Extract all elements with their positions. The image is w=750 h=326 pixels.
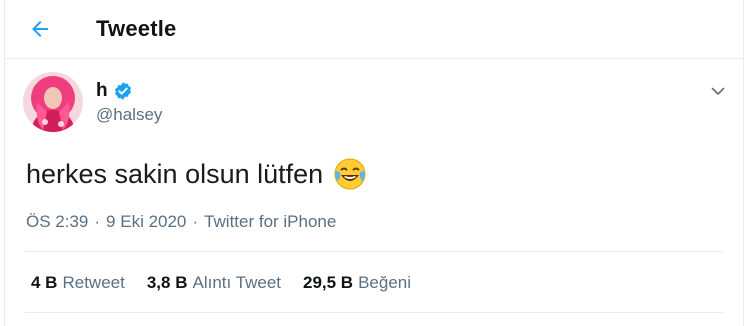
divider xyxy=(25,312,723,313)
meta-separator: · xyxy=(192,212,199,231)
author-display-name[interactable]: h xyxy=(96,80,108,102)
tweet-detail-panel: Tweetle h @halsey herkes sakin olsun lüt… xyxy=(4,0,744,326)
likes-count: 29,5 B xyxy=(303,273,354,292)
verified-badge-icon xyxy=(114,82,131,100)
page-title: Tweetle xyxy=(96,16,177,41)
quote-tweets-label: Alıntı Tweet xyxy=(192,273,281,292)
retweets-count: 4 B xyxy=(31,273,58,292)
more-options-button[interactable] xyxy=(707,80,729,102)
tweet-text: herkes sakin olsun lütfen xyxy=(26,157,367,191)
avatar-image xyxy=(23,72,83,132)
chevron-down-icon xyxy=(711,87,725,95)
tears-of-joy-emoji-icon xyxy=(333,157,367,191)
author-handle[interactable]: @halsey xyxy=(96,105,162,125)
quote-tweets-count: 3,8 B xyxy=(146,273,188,292)
avatar[interactable] xyxy=(23,72,83,132)
author-name-row[interactable]: h xyxy=(96,80,133,102)
tweet-stats: 4 B Retweet 3,8 B Alıntı Tweet 29,5 B Be… xyxy=(31,273,411,293)
back-button[interactable] xyxy=(23,12,57,46)
divider xyxy=(25,251,723,252)
likes-stat[interactable]: 29,5 B Beğeni xyxy=(303,273,411,293)
meta-separator: · xyxy=(94,212,101,231)
tweet-source[interactable]: Twitter for iPhone xyxy=(204,212,336,232)
tweet-date[interactable]: 9 Eki 2020 xyxy=(106,212,186,232)
arrow-left-icon xyxy=(32,21,48,37)
page-header: Tweetle xyxy=(5,0,743,59)
tweet-text-body: herkes sakin olsun lütfen xyxy=(26,158,324,189)
likes-label: Beğeni xyxy=(358,273,412,292)
quote-tweets-stat[interactable]: 3,8 B Alıntı Tweet xyxy=(147,273,281,293)
tweet-metadata: ÖS 2:39 · 9 Eki 2020 · Twitter for iPhon… xyxy=(26,212,336,232)
retweets-label: Retweet xyxy=(62,273,125,292)
retweets-stat[interactable]: 4 B Retweet xyxy=(31,273,125,293)
tweet-time[interactable]: ÖS 2:39 xyxy=(26,212,88,232)
